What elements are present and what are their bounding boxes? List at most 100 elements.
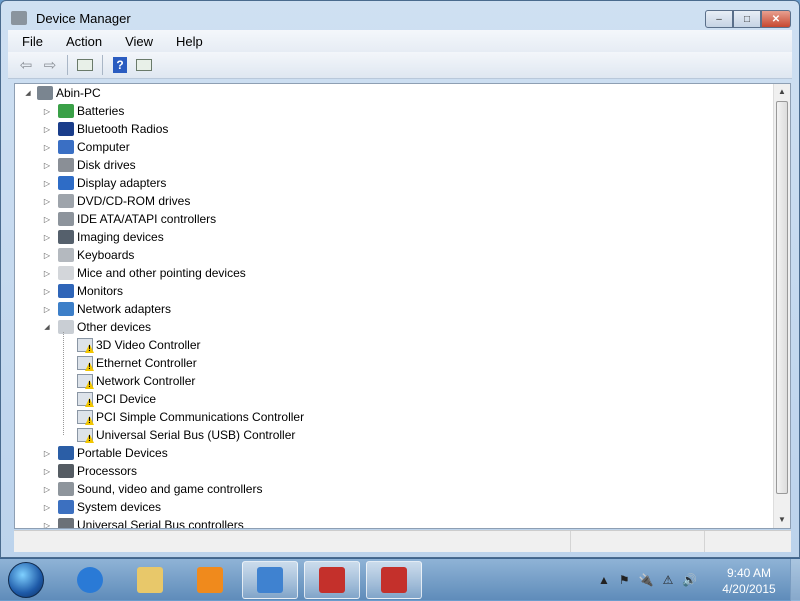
collapse-arrow-icon[interactable]: ◢: [42, 323, 52, 331]
taskbar-internet-explorer-button[interactable]: [62, 561, 118, 599]
scroll-up-arrow-icon[interactable]: ▲: [774, 84, 790, 100]
expand-arrow-icon[interactable]: ▷: [42, 485, 52, 494]
forward-arrow-icon[interactable]: ⇨: [40, 56, 60, 74]
expand-arrow-icon[interactable]: ▷: [42, 449, 52, 458]
tree-category[interactable]: ▷ Display adapters: [44, 174, 167, 192]
tree-category[interactable]: ▷ Universal Serial Bus controllers: [44, 516, 244, 529]
internet-explorer-icon: [77, 567, 103, 593]
control-panel-icon: [257, 567, 283, 593]
back-arrow-icon[interactable]: ⇦: [16, 56, 36, 74]
menu-help[interactable]: Help: [161, 34, 211, 49]
expand-arrow-icon[interactable]: ▷: [42, 269, 52, 278]
tree-device[interactable]: PCI Simple Communications Controller: [77, 408, 304, 426]
expand-arrow-icon[interactable]: ▷: [42, 143, 52, 152]
scroll-down-arrow-icon[interactable]: ▼: [774, 512, 790, 528]
tree-category[interactable]: ▷ Batteries: [44, 102, 124, 120]
show-hide-console-tree-icon[interactable]: [75, 56, 95, 74]
computer-icon: [58, 140, 74, 154]
windows-explorer-icon: [137, 567, 163, 593]
tree-category[interactable]: ▷ Disk drives: [44, 156, 136, 174]
imaging-devices-icon: [58, 230, 74, 244]
expand-arrow-icon[interactable]: ▷: [42, 521, 52, 529]
tree-category[interactable]: ▷ Processors: [44, 462, 137, 480]
tree-category[interactable]: ▷ Bluetooth Radios: [44, 120, 168, 138]
clock[interactable]: 9:40 AM 4/20/2015: [718, 565, 780, 597]
maximize-button[interactable]: □: [733, 10, 761, 28]
tree-category[interactable]: ▷ Sound, video and game controllers: [44, 480, 262, 498]
sound-video-and-game-controllers-icon: [58, 482, 74, 496]
expand-arrow-icon[interactable]: ▷: [42, 107, 52, 116]
tree-category[interactable]: ▷ Imaging devices: [44, 228, 164, 246]
expand-arrow-icon[interactable]: ▷: [42, 467, 52, 476]
close-button[interactable]: ✕: [761, 10, 791, 28]
batteries-icon: [58, 104, 74, 118]
menu-view[interactable]: View: [110, 34, 161, 49]
network-icon[interactable]: ⚠: [663, 573, 674, 587]
expand-arrow-icon[interactable]: ▷: [42, 251, 52, 260]
tree-device[interactable]: PCI Device: [77, 390, 156, 408]
collapse-arrow-icon[interactable]: ◢: [23, 89, 33, 97]
tree-root[interactable]: ◢ Abin-PC: [25, 84, 101, 102]
tree-device[interactable]: 3D Video Controller: [77, 336, 201, 354]
device-tree[interactable]: ▲ ▼ ◢ Abin-PC ▷ Batteries ▷ Bluetooth Radios ▷…: [14, 83, 791, 529]
tree-category[interactable]: ▷ Keyboards: [44, 246, 135, 264]
expand-arrow-icon[interactable]: ▷: [42, 305, 52, 314]
system-tray: ▲ ⚑ 🔌 ⚠ 🔊: [598, 573, 697, 587]
expand-arrow-icon[interactable]: ▷: [42, 215, 52, 224]
computer-icon: [37, 86, 53, 100]
tree-category-label: System devices: [77, 500, 162, 514]
network-adapters-icon: [58, 302, 74, 316]
tree-device-label: PCI Simple Communications Controller: [96, 410, 305, 424]
scrollbar-thumb[interactable]: [776, 101, 788, 494]
minimize-button[interactable]: –: [705, 10, 733, 28]
tree-category[interactable]: ▷ Computer: [44, 138, 130, 156]
taskbar-control-panel-button[interactable]: [242, 561, 298, 599]
tree-category[interactable]: ▷ Network adapters: [44, 300, 171, 318]
tree-category[interactable]: ◢ Other devices: [44, 318, 151, 336]
tree-category-label: Universal Serial Bus controllers: [77, 518, 244, 529]
tree-category[interactable]: ▷ Mice and other pointing devices: [44, 264, 246, 282]
tree-device[interactable]: Ethernet Controller: [77, 354, 197, 372]
mice-and-other-pointing-devices-icon: [58, 266, 74, 280]
volume-icon[interactable]: 🔊: [682, 573, 697, 587]
tree-category[interactable]: ▷ Portable Devices: [44, 444, 168, 462]
tree-category-label: Portable Devices: [77, 446, 168, 460]
start-button[interactable]: [8, 562, 44, 598]
expand-arrow-icon[interactable]: ▷: [42, 179, 52, 188]
expand-arrow-icon[interactable]: ▷: [42, 161, 52, 170]
processors-icon: [58, 464, 74, 478]
tree-category[interactable]: ▷ IDE ATA/ATAPI controllers: [44, 210, 216, 228]
tree-device[interactable]: Universal Serial Bus (USB) Controller: [77, 426, 295, 444]
power-plug-icon[interactable]: 🔌: [639, 573, 654, 587]
expand-arrow-icon[interactable]: ▷: [42, 233, 52, 242]
tree-device-label: PCI Device: [96, 392, 157, 406]
expand-arrow-icon[interactable]: ▷: [42, 197, 52, 206]
taskbar-windows-explorer-button[interactable]: [122, 561, 178, 599]
dvd-cd-rom-drives-icon: [58, 194, 74, 208]
tree-category-label: Keyboards: [77, 248, 135, 262]
tree-category-label: Imaging devices: [77, 230, 164, 244]
tree-category[interactable]: ▷ Monitors: [44, 282, 123, 300]
vertical-scrollbar[interactable]: ▲ ▼: [773, 84, 790, 528]
show-desktop-button[interactable]: [790, 559, 800, 601]
tree-root-label: Abin-PC: [56, 86, 101, 100]
menu-file[interactable]: File: [8, 34, 51, 49]
tree-category[interactable]: ▷ System devices: [44, 498, 162, 516]
show-hidden-icons-arrow-icon[interactable]: ▲: [598, 573, 610, 587]
tree-category-label: Display adapters: [77, 176, 167, 190]
expand-arrow-icon[interactable]: ▷: [42, 287, 52, 296]
expand-arrow-icon[interactable]: ▷: [42, 503, 52, 512]
tree-device[interactable]: Network Controller: [77, 372, 195, 390]
tree-category[interactable]: ▷ DVD/CD-ROM drives: [44, 192, 190, 210]
action-center-flag-icon[interactable]: ⚑: [619, 573, 630, 587]
menu-action[interactable]: Action: [51, 34, 110, 49]
expand-arrow-icon[interactable]: ▷: [42, 125, 52, 134]
toolbar-separator: [67, 55, 68, 75]
tree-device-label: 3D Video Controller: [96, 338, 201, 352]
show-action-pane-icon[interactable]: [134, 56, 154, 74]
taskbar-device-manager-2-button[interactable]: [366, 561, 422, 599]
bluetooth-radios-icon: [58, 122, 74, 136]
taskbar-media-player-button[interactable]: [182, 561, 238, 599]
help-icon[interactable]: ?: [110, 56, 130, 74]
taskbar-device-manager-button[interactable]: [304, 561, 360, 599]
